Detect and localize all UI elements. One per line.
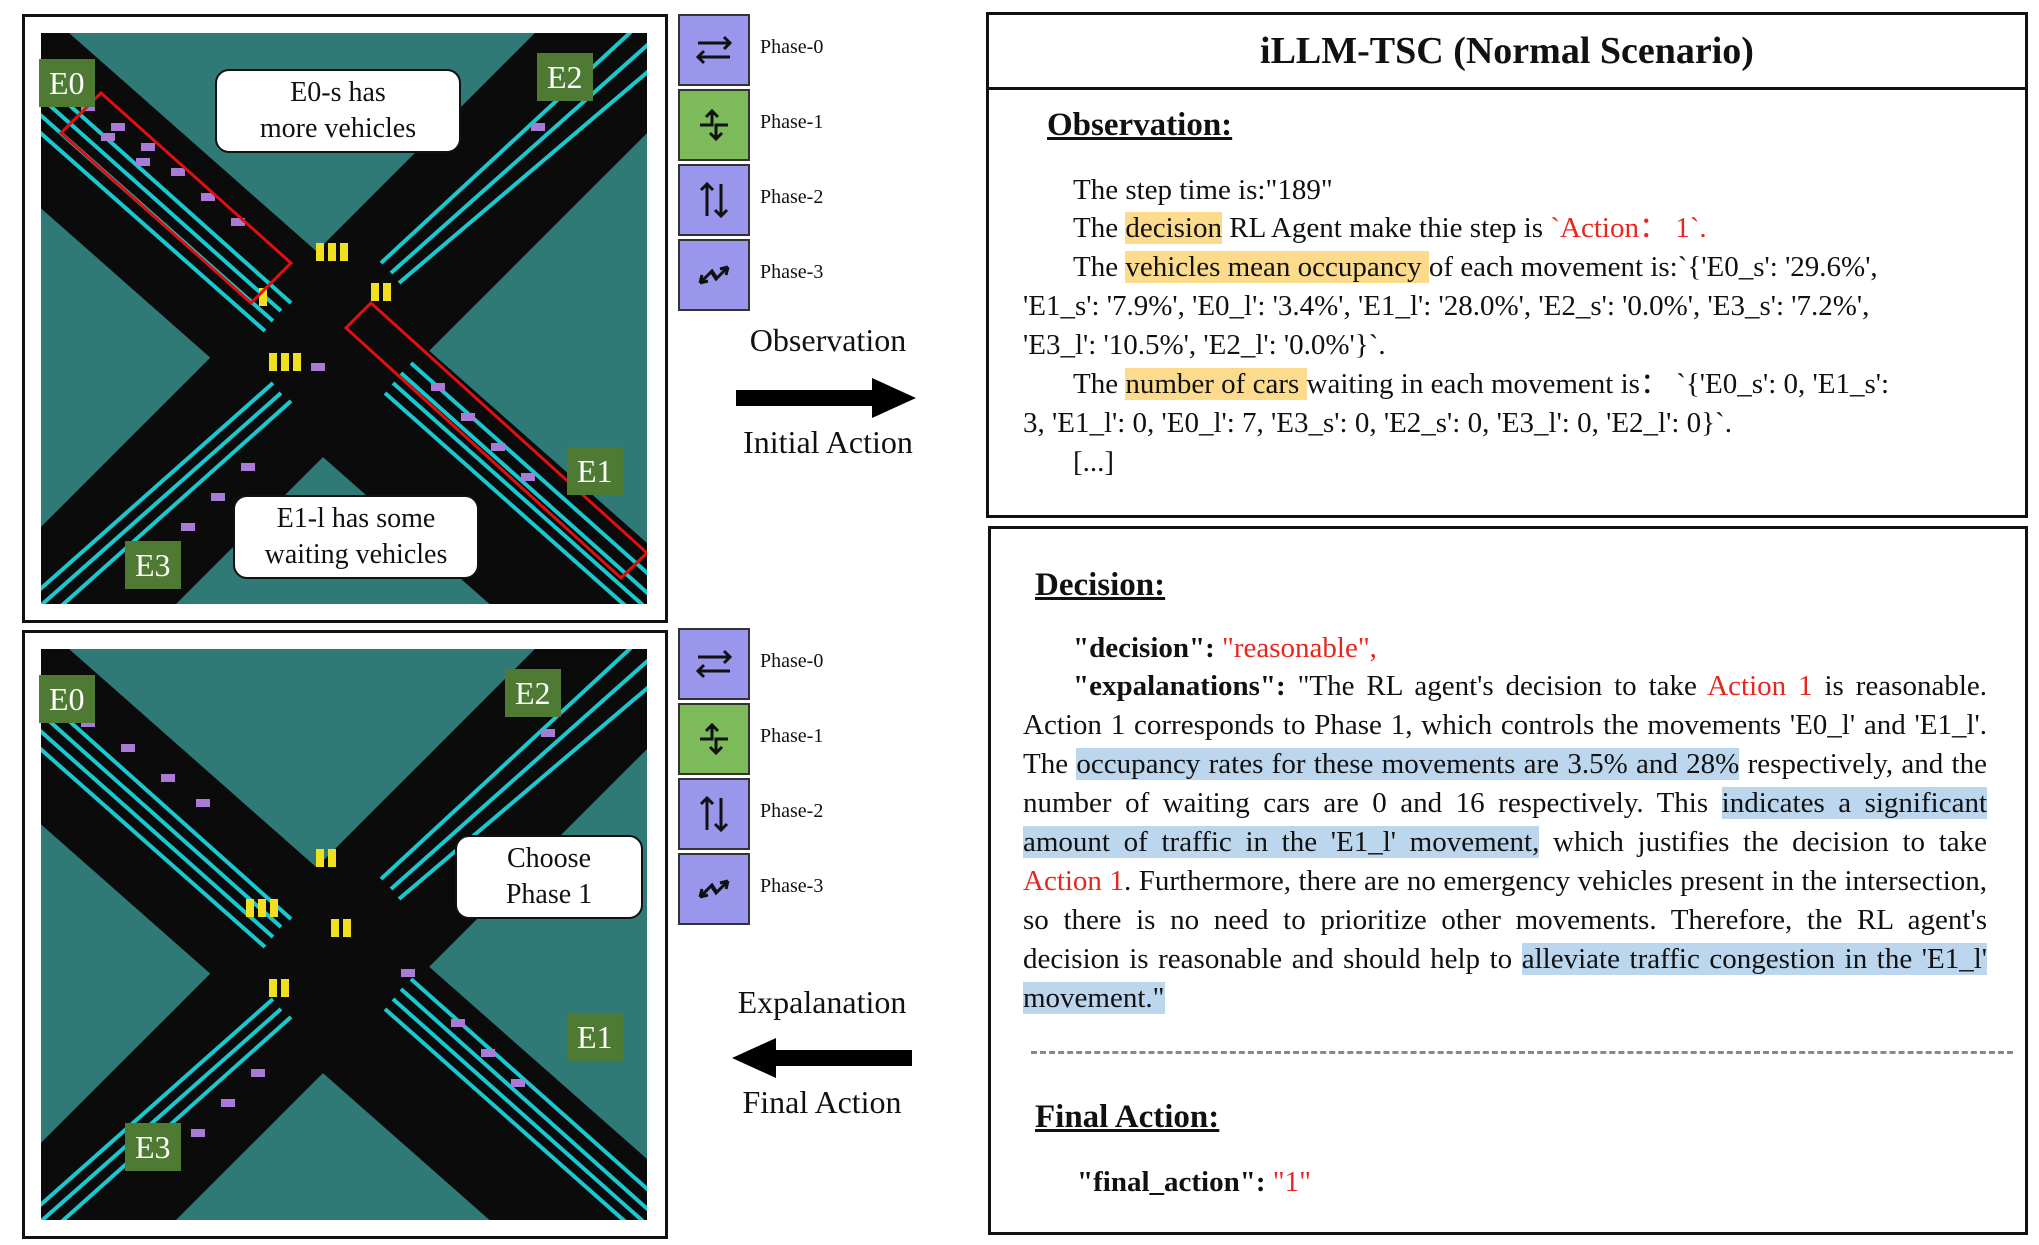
callout-line: more vehicles [259,113,417,144]
highlight-cars: number of cars [1125,368,1307,400]
text: which justifies the decision to take [1539,826,1987,858]
highlight-decision: decision [1125,212,1222,244]
phase-0-label: Phase-0 [760,36,824,58]
phase-2-label: Phase-2 [760,186,824,208]
horizontal-arrows-icon [695,35,733,65]
action-value: `Action： 1`. [1550,212,1707,244]
turn-arrows-icon [700,722,728,756]
phase-1-label: Phase-1 [760,111,824,133]
phase-0-box [678,628,750,700]
obs-waiting-line: The number of cars waiting in each movem… [1073,365,1889,403]
final-action-label: Final Action [742,1084,902,1120]
obs-waiting-cont: 3, 'E1_l': 0, 'E0_l': 7, 'E3_s': 0, 'E2_… [1023,407,1732,439]
final-action-key: "final_action": [1077,1166,1273,1198]
diagonal-turn-arrows-icon [698,265,730,285]
callout-line: Phase 1 [505,879,593,910]
callout-line: waiting vehicles [264,539,448,570]
text: "The RL agent's decision to take [1297,670,1708,702]
explanation-paragraph: "expalanations": "The RL agent's decisio… [1023,667,1988,1018]
edge-label-e0: E0 [39,59,95,107]
final-action-value: "1" [1272,1166,1311,1198]
vertical-arrows-icon [699,795,729,833]
phase-3-box [678,853,750,925]
callout-line: E0-s has [290,77,386,108]
section-divider [1031,1051,2013,1054]
obs-step-line: The step time is:"189" [1073,174,1333,206]
decision-box: Decision: "decision": "reasonable", "exp… [988,526,2028,1235]
edge-label-e2: E2 [505,669,561,717]
decision-heading: Decision: [1035,567,1166,603]
phase-2-label: Phase-2 [760,800,824,822]
text: waiting in each movement is： `{'E0_s': 0… [1306,368,1890,400]
phase-1-label: Phase-1 [760,725,824,747]
vertical-arrows-icon [699,181,729,219]
callout-choose-phase: Choose Phase 1 [455,835,643,919]
text: The [1073,251,1126,283]
page-title: iLLM-TSC (Normal Scenario) [989,15,2025,90]
action-ref: Action 1 [1023,865,1124,897]
final-action-heading: Final Action: [1035,1099,1220,1135]
obs-occupancy-cont-2: 'E3_l': '10.5%', 'E2_l': '0.0%'}`. [1023,329,1386,361]
decision-line: "decision": "reasonable", [1073,629,1377,667]
right-arrow-icon [736,378,916,418]
edge-label-e3: E3 [125,1123,181,1171]
explanation-key: "expalanations": [1073,670,1298,702]
obs-occupancy-line: The vehicles mean occupancy of each move… [1073,248,1878,286]
highlight-occupancy-rates: occupancy rates for these movements are … [1076,748,1740,780]
final-action-line: "final_action": "1" [1077,1163,1311,1201]
edge-label-e3: E3 [125,541,181,589]
phase-2-box [678,778,750,850]
observation-box: iLLM-TSC (Normal Scenario) Observation: … [986,12,2028,518]
turn-arrows-icon [700,108,728,142]
callout-line: Choose [507,843,591,874]
callout-e0s-vehicles: E0-s has more vehicles [215,69,461,153]
observation-intersection-panel: E0 E2 E1 E3 E0-s has more vehicles E1-l … [22,14,668,623]
diagonal-turn-arrows-icon [698,879,730,899]
decision-value: "reasonable", [1222,632,1377,664]
phase-3-label: Phase-3 [760,261,824,283]
observation-heading: Observation: [1047,107,1233,143]
text: of each movement is:`{'E0_s': '29.6%', [1428,251,1878,283]
observation-label: Observation [749,322,907,358]
phase-1-box [678,703,750,775]
decision-key: "decision": [1073,632,1223,664]
edge-label-e2: E2 [537,53,593,101]
text: The [1073,212,1126,244]
obs-occupancy-cont-1: 'E1_s': '7.9%', 'E0_l': '3.4%', 'E1_l': … [1023,290,1870,322]
phase-legend-bottom: Phase-0 Phase-1 Phase-2 Phase-3 [678,628,823,925]
horizontal-arrows-icon [695,649,733,679]
callout-line: E1-l has some [276,503,436,534]
phase-1-box [678,89,750,161]
edge-label-e0: E0 [39,675,95,723]
phase-0-label: Phase-0 [760,650,824,672]
highlight-occupancy: vehicles mean occupancy [1125,251,1429,283]
obs-ellipsis: [...] [1073,446,1115,478]
obs-decision-line: The decision RL Agent make thie step is … [1073,209,1707,247]
explanation-label: Expalanation [737,984,907,1020]
text: The [1073,368,1126,400]
action-ref: Action 1 [1707,670,1813,702]
edge-label-e1: E1 [567,447,623,495]
phase-0-box [678,14,750,86]
callout-e1l-waiting: E1-l has some waiting vehicles [233,495,479,579]
final-action-intersection-panel: E0 E2 E1 E3 Choose Phase 1 [22,630,668,1239]
edge-label-e1: E1 [567,1013,623,1061]
left-arrow-icon [732,1038,912,1078]
phase-3-box [678,239,750,311]
phase-3-label: Phase-3 [760,875,824,897]
text: RL Agent make thie step is [1222,212,1551,244]
phase-2-box [678,164,750,236]
initial-action-label: Initial Action [743,424,913,460]
phase-legend-top: Phase-0 Phase-1 Phase-2 Phase-3 [678,14,823,311]
